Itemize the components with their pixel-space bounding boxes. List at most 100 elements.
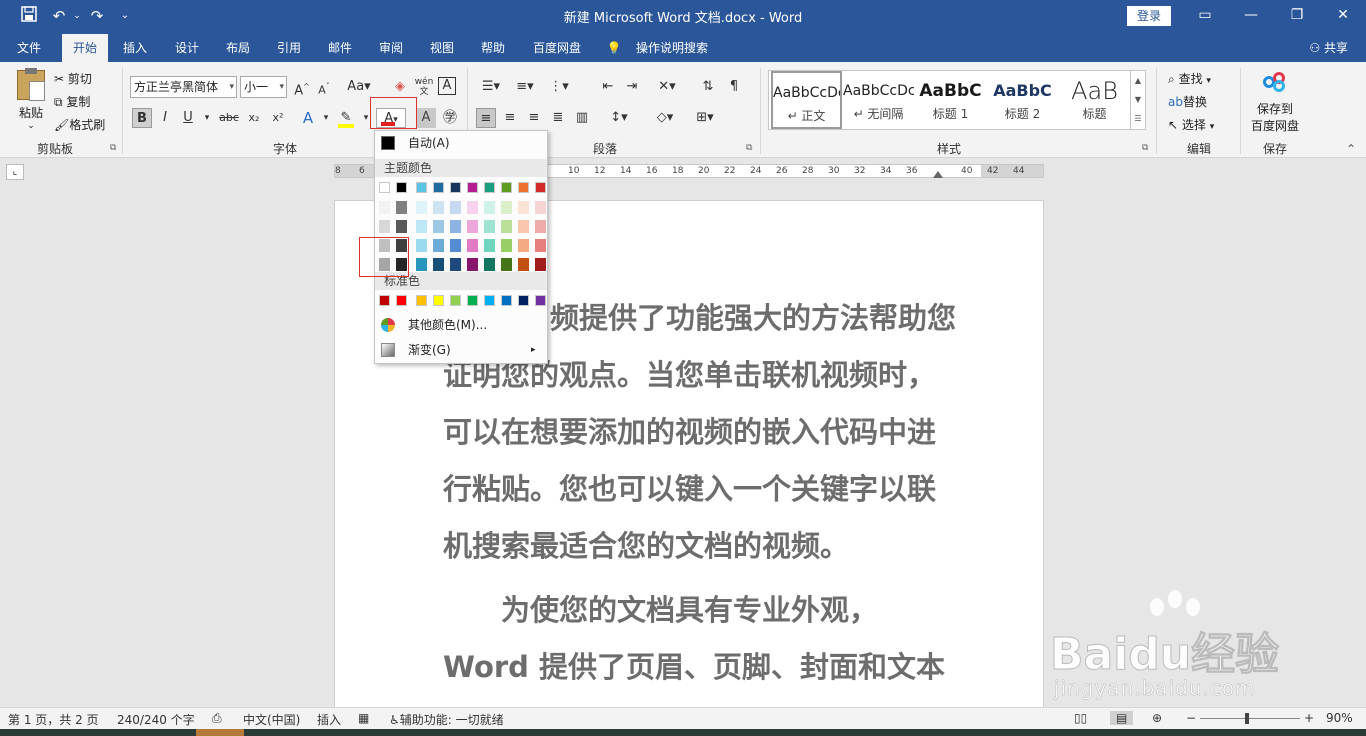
styles-scroll[interactable]: ▲ ▼ ☰ [1130, 71, 1145, 129]
change-case-icon[interactable]: Aa▾ [344, 77, 374, 97]
tab-insert[interactable]: 插入 [114, 34, 156, 62]
theme-color-swatch[interactable] [433, 239, 444, 252]
theme-color-swatch[interactable] [501, 258, 512, 271]
theme-color-swatch[interactable] [416, 182, 427, 193]
sort-icon[interactable]: ⇅ [698, 77, 718, 97]
word-count[interactable]: 240/240 个字 [117, 711, 195, 728]
italic-button[interactable]: I [155, 108, 175, 128]
standard-color-swatch[interactable] [518, 295, 529, 306]
styles-launcher-icon[interactable]: ⧉ [1142, 143, 1148, 153]
text-effects-dropdown-icon[interactable]: ▾ [316, 108, 336, 128]
theme-color-swatch[interactable] [433, 220, 444, 233]
justify-icon[interactable]: ≣ [548, 108, 568, 128]
theme-color-swatch[interactable] [396, 182, 407, 193]
align-left-icon[interactable]: ≡ [476, 108, 496, 128]
theme-color-swatch[interactable] [535, 201, 546, 214]
more-colors-item[interactable]: 其他颜色(M)... [375, 314, 547, 336]
zoom-out-icon[interactable]: − [1186, 711, 1196, 725]
bold-button[interactable]: B [132, 108, 152, 128]
theme-color-swatch[interactable] [416, 220, 427, 233]
theme-color-swatch[interactable] [484, 201, 495, 214]
theme-color-swatch[interactable] [518, 182, 529, 193]
standard-color-swatch[interactable] [535, 295, 546, 306]
enclose-characters-icon[interactable]: ㊫ [440, 108, 460, 128]
select-button[interactable]: ↖ 选择 ▾ [1168, 116, 1214, 133]
zoom-slider-thumb[interactable] [1245, 713, 1249, 724]
minimize-icon[interactable]: — [1236, 4, 1266, 26]
theme-color-swatch[interactable] [450, 201, 461, 214]
theme-color-swatch[interactable] [379, 201, 390, 214]
theme-color-swatch[interactable] [484, 258, 495, 271]
theme-color-swatch[interactable] [467, 220, 478, 233]
multilevel-list-icon[interactable]: ⋮▾ [544, 77, 574, 97]
style-no-spacing[interactable]: AaBbCcDc ↵ 无间隔 [843, 71, 914, 129]
theme-color-swatch[interactable] [467, 239, 478, 252]
restore-icon[interactable]: ❐ [1282, 4, 1312, 26]
theme-color-swatch[interactable] [379, 220, 390, 233]
theme-color-swatch[interactable] [518, 220, 529, 233]
highlighter-icon[interactable]: ✎ [336, 108, 356, 128]
style-heading-1[interactable]: AaBbC 标题 1 [915, 71, 986, 129]
theme-color-swatch[interactable] [535, 220, 546, 233]
shrink-font-icon[interactable]: Aˇ [314, 77, 334, 97]
save-to-netdisk-button[interactable]: 保存到 百度网盘 [1246, 70, 1304, 134]
distributed-icon[interactable]: ▥ [572, 108, 592, 128]
increase-indent-icon[interactable]: ⇥ [622, 77, 642, 97]
theme-color-swatch[interactable] [379, 182, 390, 193]
standard-color-swatch[interactable] [379, 295, 390, 306]
tab-review[interactable]: 审阅 [370, 34, 412, 62]
style-normal[interactable]: AaBbCcDc ↵ 正文 [771, 71, 842, 129]
proofing-icon[interactable]: ⎙ [212, 711, 222, 726]
zoom-in-icon[interactable]: + [1304, 711, 1314, 725]
theme-color-swatch[interactable] [433, 201, 444, 214]
macro-icon[interactable]: ▦ [358, 711, 369, 725]
grow-font-icon[interactable]: A^ [292, 77, 312, 98]
theme-color-swatch[interactable] [484, 182, 495, 193]
right-indent-marker[interactable] [933, 171, 943, 178]
tab-selector-icon[interactable]: ⌞ [6, 164, 24, 180]
theme-color-swatch[interactable] [433, 182, 444, 193]
theme-color-swatch[interactable] [518, 201, 529, 214]
print-layout-icon[interactable]: ▤ [1110, 711, 1134, 725]
theme-color-swatch[interactable] [467, 258, 478, 271]
underline-button[interactable]: U [178, 108, 198, 128]
theme-color-swatch[interactable] [416, 201, 427, 214]
tab-view[interactable]: 视图 [421, 34, 463, 62]
paragraph-launcher-icon[interactable]: ⧉ [746, 143, 752, 153]
standard-color-swatch[interactable] [484, 295, 495, 306]
chinese-layout-icon[interactable]: ✕▾ [652, 77, 682, 97]
theme-color-swatch[interactable] [467, 201, 478, 214]
standard-color-swatch[interactable] [396, 295, 407, 306]
share-button[interactable]: ⚇ 共享 [1309, 34, 1348, 62]
copy-button[interactable]: ⧉ 复制 [54, 93, 90, 110]
superscript-button[interactable]: x² [268, 108, 288, 128]
cut-button[interactable]: ✂ 剪切 [54, 70, 92, 87]
standard-color-swatch[interactable] [433, 295, 444, 306]
clear-formatting-icon[interactable]: ◈ [390, 77, 410, 97]
theme-color-swatch[interactable] [396, 201, 407, 214]
bullets-icon[interactable]: ☰▾ [476, 77, 506, 97]
tab-layout[interactable]: 布局 [217, 34, 259, 62]
close-icon[interactable]: ✕ [1328, 4, 1358, 26]
theme-color-swatch[interactable] [433, 258, 444, 271]
read-mode-icon[interactable]: ▯▯ [1074, 711, 1087, 725]
numbering-icon[interactable]: ≡▾ [510, 77, 540, 97]
page-count[interactable]: 第 1 页，共 2 页 [8, 711, 99, 728]
character-shading-icon[interactable]: A [416, 108, 436, 128]
font-size-combo[interactable]: 小一 ▾ [240, 76, 287, 98]
theme-color-swatch[interactable] [467, 182, 478, 193]
theme-color-swatch[interactable] [484, 220, 495, 233]
theme-color-swatch[interactable] [450, 239, 461, 252]
theme-color-swatch[interactable] [450, 182, 461, 193]
tab-home[interactable]: 开始 [62, 34, 108, 62]
collapse-ribbon-icon[interactable]: ⌃ [1346, 142, 1356, 156]
character-border-icon[interactable]: A [438, 77, 456, 95]
tab-references[interactable]: 引用 [268, 34, 310, 62]
shading-icon[interactable]: ◇▾ [650, 108, 680, 128]
borders-icon[interactable]: ⊞▾ [690, 108, 720, 128]
standard-color-swatch[interactable] [467, 295, 478, 306]
theme-color-swatch[interactable] [501, 201, 512, 214]
clipboard-launcher-icon[interactable]: ⧉ [110, 143, 116, 153]
align-right-icon[interactable]: ≡ [524, 108, 544, 128]
web-layout-icon[interactable]: ⊕ [1152, 711, 1162, 725]
